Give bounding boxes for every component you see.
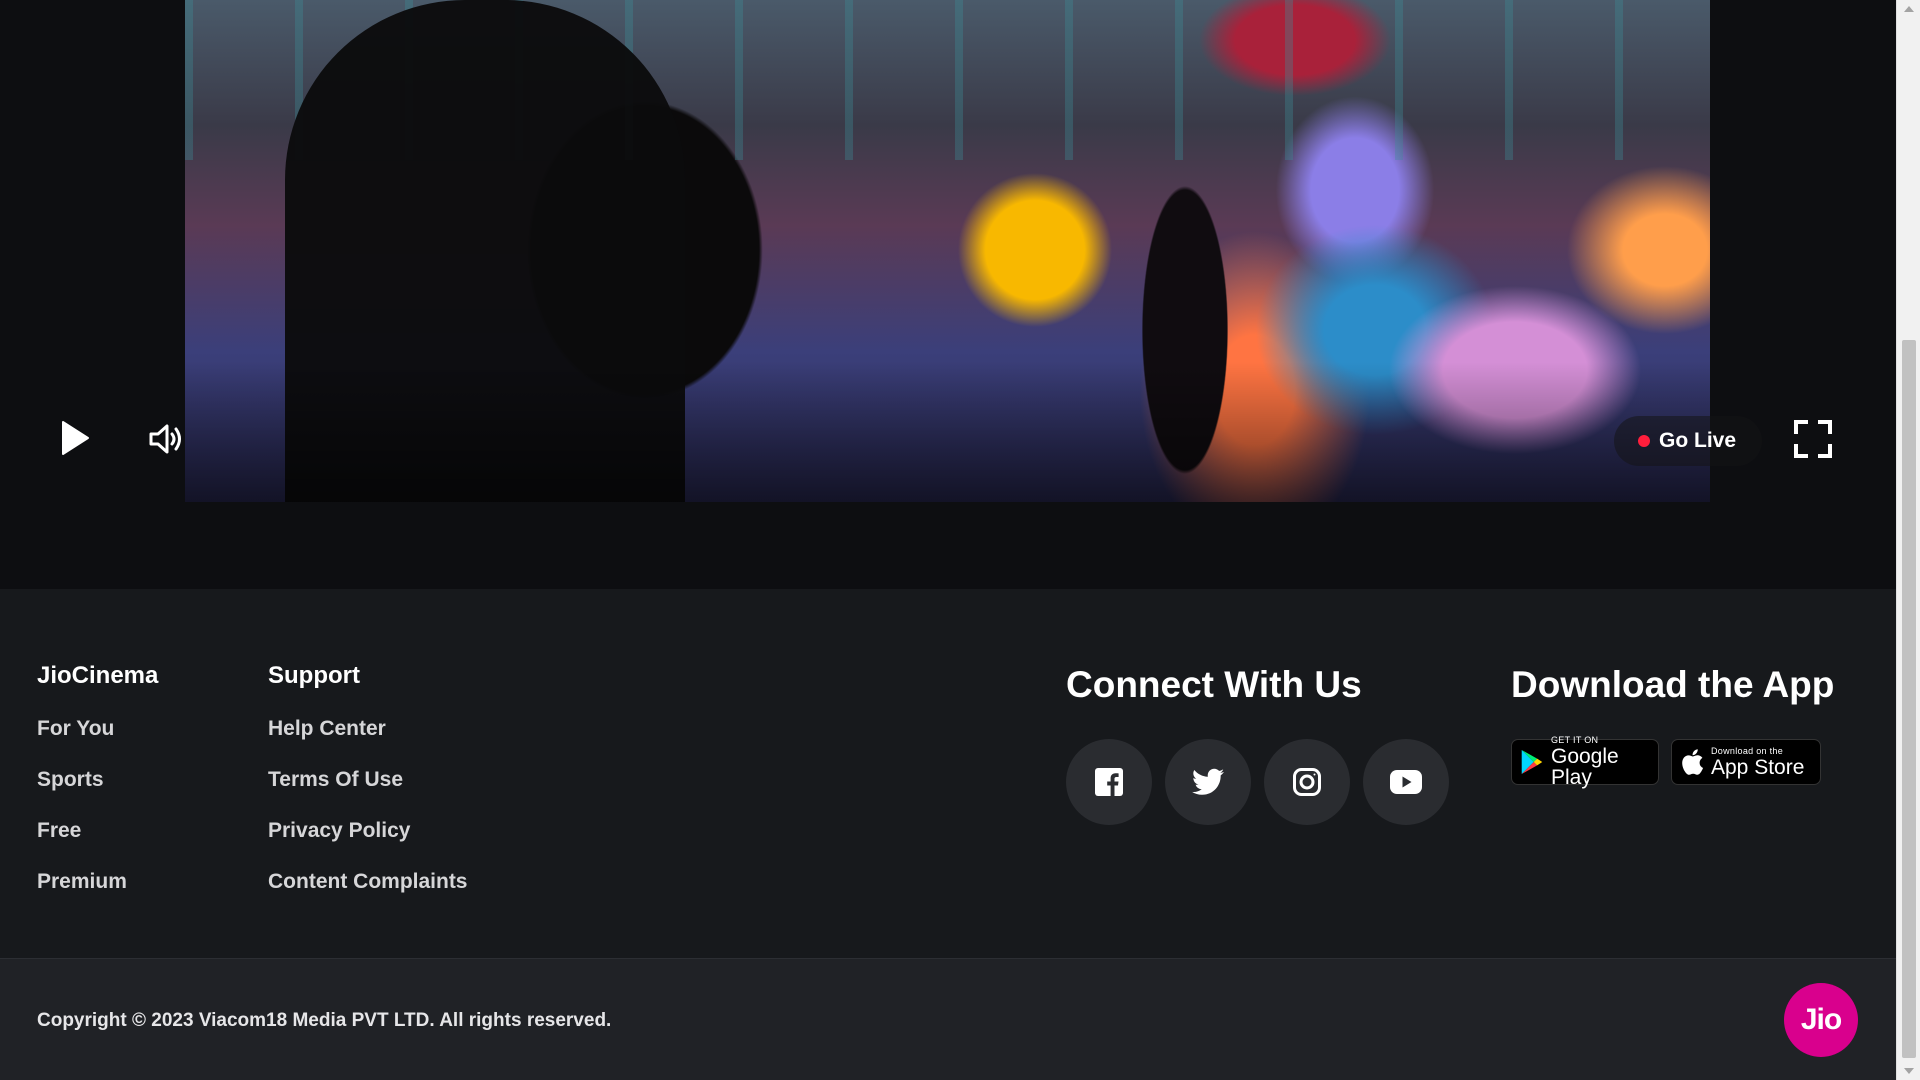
footer-link-free[interactable]: Free [37,818,158,844]
footer-link-for-you[interactable]: For You [37,716,158,742]
video-content [285,0,685,502]
facebook-icon [1095,768,1123,796]
play-icon [62,421,89,455]
footer-link-help-center[interactable]: Help Center [268,716,468,742]
instagram-button[interactable] [1264,739,1350,825]
footer-heading-support: Support [268,662,360,689]
google-play-icon [1521,750,1543,774]
instagram-icon [1293,768,1321,796]
facebook-button[interactable] [1066,739,1152,825]
chevron-up-icon [1904,6,1914,12]
volume-icon [149,424,181,454]
app-store-text: Download on the App Store [1711,745,1805,779]
app-store-badge[interactable]: Download on the App Store [1671,739,1821,785]
scroll-down-arrow[interactable] [1897,1062,1920,1080]
footer-link-terms-of-use[interactable]: Terms Of Use [268,767,468,793]
footer-link-content-complaints[interactable]: Content Complaints [268,869,468,895]
social-links [1066,739,1449,825]
connect-section: Connect With Us [1066,663,1449,825]
download-section: Download the App GET IT ON Google Play D… [1511,663,1835,789]
volume-button[interactable] [148,420,186,458]
fullscreen-icon [1794,420,1832,458]
twitter-icon [1192,768,1224,795]
google-play-text: GET IT ON Google Play [1550,735,1649,789]
youtube-icon [1390,770,1422,794]
video-player[interactable]: Go Live [0,0,1896,589]
app-store-small-text: Download on the [1711,745,1784,756]
apple-icon [1682,749,1704,775]
footer-link-sports[interactable]: Sports [37,767,158,793]
footer-column-support: Support Help Center Terms Of Use Privacy… [268,662,468,920]
scrollbar-thumb[interactable] [1902,340,1916,1058]
go-live-label: Go Live [1659,429,1737,452]
copyright-bar: Copyright © 2023 Viacom18 Media PVT LTD.… [0,958,1896,1080]
footer-column-jiocinema: JioCinema For You Sports Free Premium [37,662,158,920]
copyright-text: Copyright © 2023 Viacom18 Media PVT LTD.… [37,1010,612,1031]
scroll-up-arrow[interactable] [1897,0,1920,18]
footer-heading-jiocinema: JioCinema [37,662,159,689]
footer-link-privacy-policy[interactable]: Privacy Policy [268,818,468,844]
twitter-button[interactable] [1165,739,1251,825]
page-scrollbar[interactable] [1896,0,1920,1080]
google-play-small-text: GET IT ON [1550,735,1599,745]
page: Go Live JioCinema For You Sports Free Pr… [0,0,1896,1080]
go-live-button[interactable]: Go Live [1614,416,1762,466]
live-dot-icon [1638,435,1650,447]
footer-link-premium[interactable]: Premium [37,869,158,895]
fullscreen-button[interactable] [1792,418,1834,460]
play-button[interactable] [58,418,92,458]
google-play-badge[interactable]: GET IT ON Google Play [1511,735,1659,789]
store-badges: GET IT ON Google Play Download on the Ap… [1511,735,1834,789]
connect-heading: Connect With Us [1066,664,1362,705]
jio-logo[interactable]: Jio [1784,983,1858,1057]
footer: JioCinema For You Sports Free Premium Su… [0,589,1896,958]
app-store-big-text: App Store [1711,755,1805,779]
video-frame[interactable] [185,0,1710,502]
youtube-button[interactable] [1363,739,1449,825]
chevron-down-icon [1904,1068,1914,1074]
google-play-big-text: Google Play [1550,745,1619,789]
download-heading: Download the App [1511,664,1835,705]
